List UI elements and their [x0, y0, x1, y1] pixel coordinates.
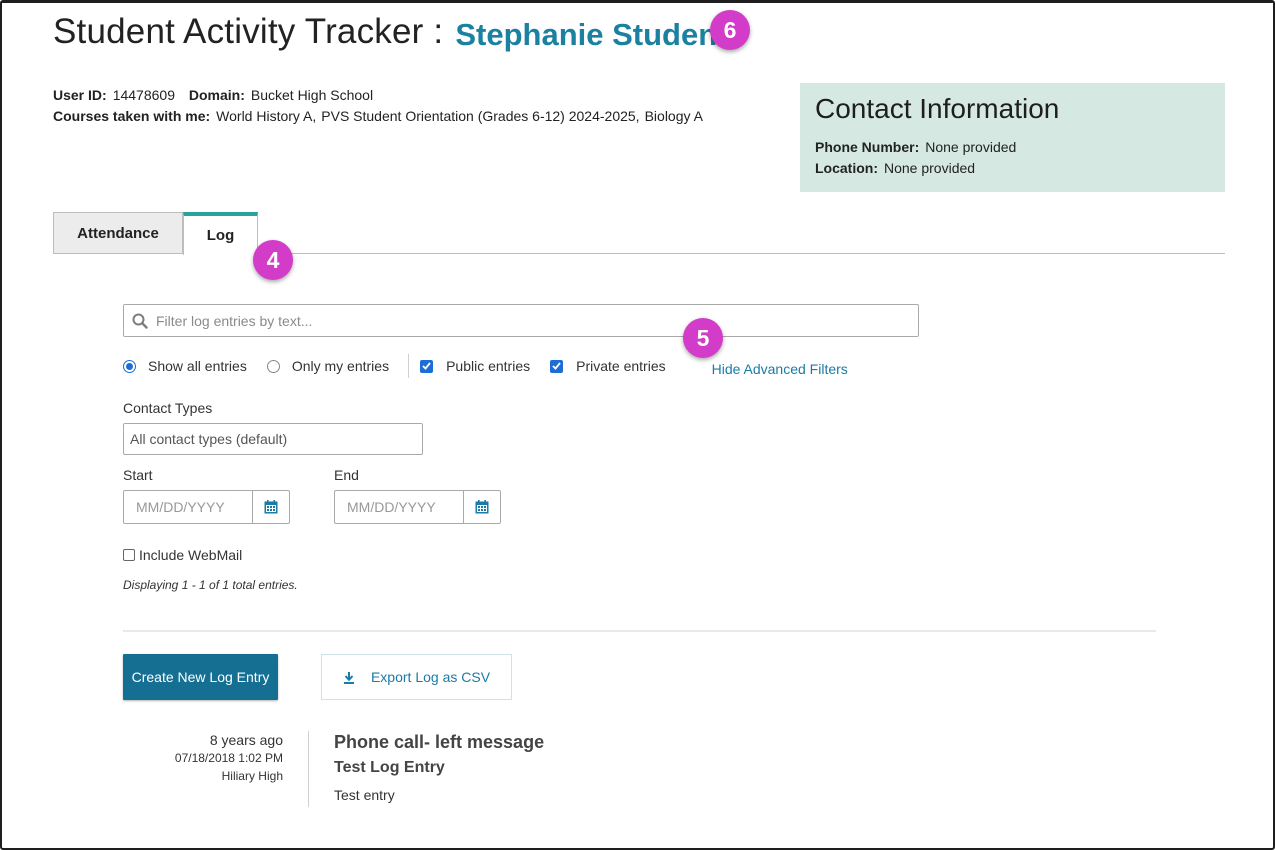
calendar-icon	[475, 500, 489, 514]
log-entry-meta: 8 years ago 07/18/2018 1:02 PM Hiliary H…	[123, 731, 283, 785]
contact-information-panel: Contact Information Phone Number: None pr…	[800, 83, 1225, 192]
entry-relative-time: 8 years ago	[209, 732, 283, 748]
entries-count-text: Displaying 1 - 1 of 1 total entries.	[123, 578, 298, 592]
student-id-row: User ID: 14478609 Domain: Bucket High Scho…	[53, 85, 703, 106]
only-mine-label: Only my entries	[291, 358, 390, 374]
entry-datetime: 07/18/2018 1:02 PM	[174, 751, 283, 765]
entry-text: Test entry	[334, 787, 395, 803]
page-header: Student Activity Tracker : Stephanie Stu…	[53, 12, 728, 52]
tab-log[interactable]: Log	[183, 212, 258, 255]
only-mine-radio[interactable]	[266, 359, 280, 373]
location-row: Location: None provided	[815, 158, 1210, 179]
start-date-input[interactable]: MM/DD/YYYY	[124, 491, 252, 523]
start-date-label: Start	[123, 467, 153, 483]
hide-advanced-filters-link[interactable]: Hide Advanced Filters	[712, 361, 848, 377]
location-label: Location:	[815, 160, 878, 176]
end-date-input[interactable]: MM/DD/YYYY	[335, 491, 463, 523]
export-csv-label: Export Log as CSV	[370, 669, 491, 685]
log-entry: Phone call- left message Test Log Entry …	[334, 730, 544, 804]
checkmark-icon	[422, 362, 431, 370]
callout-badge-4: 4	[253, 240, 293, 280]
private-entries-checkbox[interactable]	[550, 359, 564, 373]
user-id-label: User ID:	[53, 87, 107, 103]
end-calendar-button[interactable]	[463, 491, 500, 523]
private-entries-label: Private entries	[576, 358, 666, 374]
course-item: PVS Student Orientation (Grades 6-12) 20…	[321, 108, 640, 124]
student-name: Stephanie Student	[455, 17, 728, 52]
section-divider	[123, 630, 1156, 632]
public-entries-option[interactable]: Public entries	[420, 358, 530, 374]
download-icon	[343, 671, 354, 684]
show-all-label: Show all entries	[148, 358, 247, 374]
start-calendar-button[interactable]	[252, 491, 289, 523]
search-box[interactable]	[123, 304, 919, 337]
courses-row: Courses taken with me: World History A, PV…	[53, 106, 703, 127]
entry-author: Hiliary High	[221, 769, 283, 783]
page-title: Student Activity Tracker :	[53, 12, 444, 51]
include-webmail-label: Include WebMail	[139, 547, 243, 563]
search-input[interactable]	[156, 312, 896, 329]
location-value: None provided	[884, 160, 976, 176]
course-item: World History A,	[216, 108, 317, 124]
show-all-radio[interactable]	[123, 359, 136, 373]
phone-row: Phone Number: None provided	[815, 137, 1210, 158]
export-csv-button[interactable]: Export Log as CSV	[321, 654, 512, 700]
contact-types-select[interactable]: All contact types (default)	[123, 423, 423, 455]
phone-label: Phone Number:	[815, 139, 920, 155]
tab-bar: Attendance Log	[53, 212, 258, 255]
entry-divider	[308, 731, 309, 807]
domain-value: Bucket High School	[250, 87, 374, 103]
courses-label: Courses taken with me:	[53, 108, 211, 124]
domain-label: Domain:	[188, 87, 245, 103]
checkmark-icon	[552, 362, 561, 370]
contact-types-label: Contact Types	[123, 400, 213, 416]
entry-subject: Test Log Entry	[334, 759, 445, 776]
public-entries-label: Public entries	[446, 358, 531, 374]
public-entries-checkbox[interactable]	[420, 359, 434, 373]
phone-value: None provided	[925, 139, 1017, 155]
end-date-picker: MM/DD/YYYY	[334, 490, 501, 524]
course-item: Biology A	[644, 108, 703, 124]
callout-badge-5: 5	[683, 318, 723, 358]
include-webmail-checkbox[interactable]	[123, 549, 135, 561]
entry-contact-type: Phone call- left message	[334, 732, 545, 752]
end-date-label: End	[334, 467, 359, 483]
include-webmail-option[interactable]: Include WebMail	[123, 547, 242, 563]
only-mine-option[interactable]: Only my entries	[266, 358, 390, 374]
search-icon	[132, 313, 148, 329]
callout-badge-6: 6	[710, 10, 750, 50]
tab-attendance[interactable]: Attendance	[53, 212, 183, 254]
start-date-picker: MM/DD/YYYY	[123, 490, 290, 524]
contact-title: Contact Information	[815, 93, 1060, 124]
student-info: User ID: 14478609 Domain: Bucket High Scho…	[53, 85, 703, 127]
filter-separator	[408, 354, 410, 378]
show-all-option[interactable]: Show all entries	[123, 358, 247, 374]
create-log-entry-button[interactable]: Create New Log Entry	[123, 654, 278, 700]
tab-divider	[258, 253, 1225, 254]
entry-filters: Show all entries Only my entries Public …	[123, 354, 848, 378]
user-id-value: 14478609	[112, 87, 175, 103]
calendar-icon	[264, 500, 278, 514]
private-entries-option[interactable]: Private entries	[550, 358, 666, 374]
